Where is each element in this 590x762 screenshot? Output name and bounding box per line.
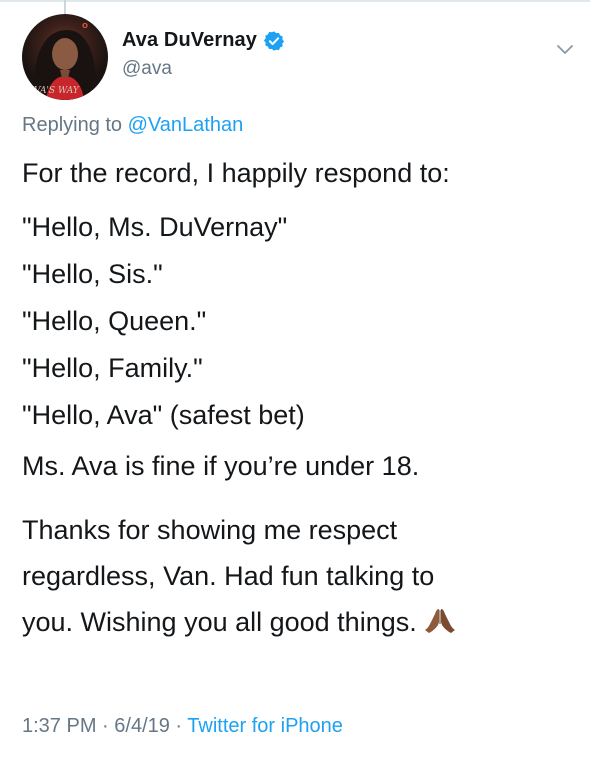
greeting-line: "Hello, Sis." bbox=[22, 259, 163, 289]
closing-line: Thanks for showing me respect bbox=[22, 515, 398, 545]
meta-separator: · bbox=[96, 715, 115, 737]
greetings-list: "Hello, Ms. DuVernay" "Hello, Sis." "Hel… bbox=[22, 204, 582, 439]
greeting-line: "Hello, Queen." bbox=[22, 306, 207, 336]
replying-to: Replying to @VanLathan bbox=[22, 114, 243, 137]
avatar[interactable]: O AVA'S WAY bbox=[22, 14, 108, 100]
replying-to-label: Replying to bbox=[22, 114, 128, 136]
closing-line-last: you. Wishing you all good things. bbox=[22, 599, 582, 645]
tweet-body: For the record, I happily respond to: "H… bbox=[22, 156, 582, 659]
tweet-source-link[interactable]: Twitter for iPhone bbox=[187, 715, 343, 737]
tweet-closing: Thanks for showing me respect regardless… bbox=[22, 507, 582, 645]
greeting-line: "Hello, Family." bbox=[22, 353, 203, 383]
greeting-line: "Hello, Ms. DuVernay" bbox=[22, 212, 288, 242]
avatar-caption: AVA'S WAY bbox=[28, 86, 79, 96]
author-block: Ava DuVernay @ava bbox=[122, 29, 285, 80]
tweet-date[interactable]: 6/4/19 bbox=[114, 715, 170, 737]
chevron-down-icon[interactable] bbox=[552, 36, 578, 62]
tweet-intro: For the record, I happily respond to: bbox=[22, 158, 450, 188]
closing-line-text: you. Wishing you all good things. bbox=[22, 607, 417, 637]
tweet-time: 1:37 PM bbox=[22, 715, 97, 737]
closing-line: regardless, Van. Had fun talking to bbox=[22, 561, 435, 591]
tweet-under18: Ms. Ava is fine if you’re under 18. bbox=[22, 451, 420, 481]
author-name[interactable]: Ava DuVernay bbox=[122, 29, 257, 52]
verified-badge-icon bbox=[263, 30, 285, 52]
top-divider bbox=[0, 0, 590, 2]
name-row: Ava DuVernay bbox=[122, 29, 285, 52]
meta-separator: · bbox=[169, 715, 188, 737]
reply-mention-link[interactable]: @VanLathan bbox=[128, 114, 244, 136]
thread-connector-line bbox=[64, 0, 66, 14]
tweet-header: O AVA'S WAY Ava DuVernay @ava bbox=[22, 14, 578, 104]
greeting-line: "Hello, Ava" (safest bet) bbox=[22, 400, 305, 430]
folded-hands-icon bbox=[423, 602, 457, 633]
tweet-meta: 1:37 PM · 6/4/19 · Twitter for iPhone bbox=[22, 715, 343, 738]
author-handle[interactable]: @ava bbox=[122, 58, 285, 80]
svg-text:O: O bbox=[82, 22, 88, 30]
